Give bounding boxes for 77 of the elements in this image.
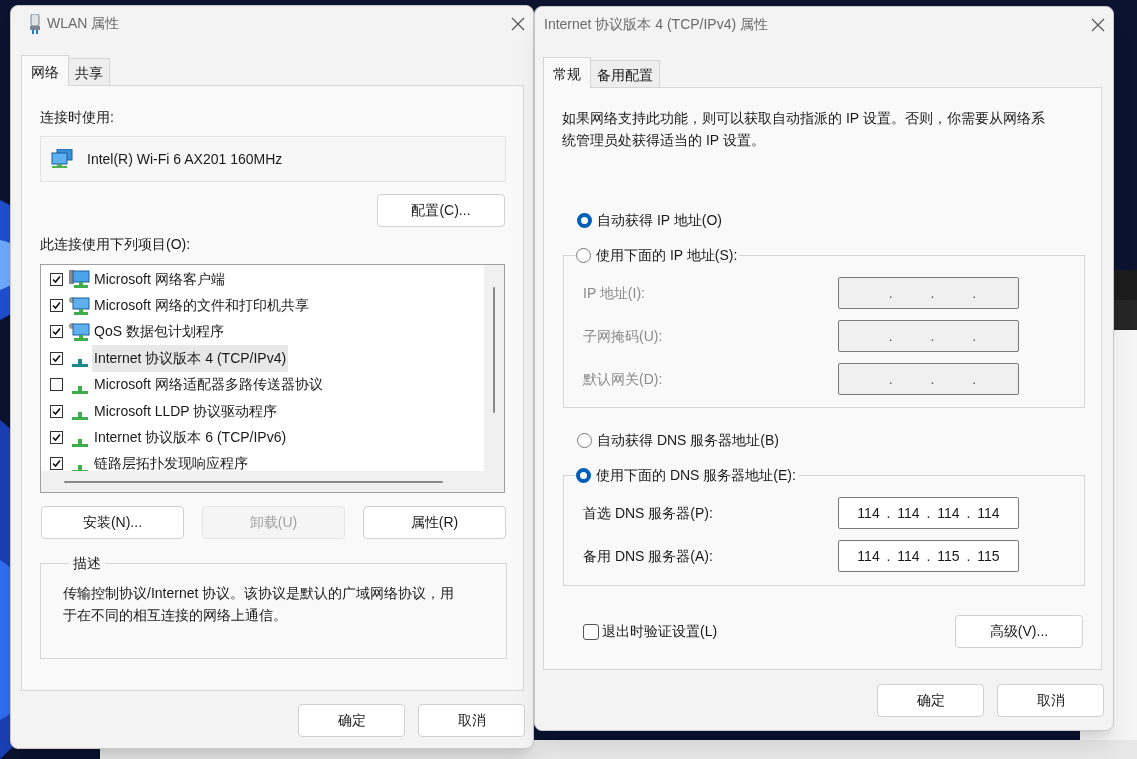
scrollbar-thumb[interactable] (493, 287, 495, 413)
check-icon (52, 353, 61, 363)
tab[interactable]: 共享 (69, 58, 110, 85)
network-protocol-icon (72, 359, 88, 368)
check-icon (52, 301, 61, 311)
window-title: Internet 协议版本 4 (TCP/IPv4) 属性 (544, 15, 770, 34)
button[interactable]: 安装(N)... (41, 506, 184, 539)
computer-icon (69, 269, 91, 290)
list-item[interactable]: Microsoft LLDP 协议驱动程序 (92, 397, 280, 425)
radio-button[interactable] (576, 248, 591, 263)
close-icon[interactable] (511, 16, 525, 31)
network-protocol-icon (72, 438, 88, 447)
radio-label[interactable]: 使用下面的 DNS 服务器地址(E): (596, 465, 796, 486)
ip-address-field[interactable]: . . . (838, 320, 1019, 352)
tab[interactable]: 网络 (21, 55, 69, 86)
tab[interactable]: 常规 (543, 57, 591, 88)
check-icon (52, 274, 61, 284)
checkbox[interactable] (583, 623, 599, 640)
checkbox[interactable] (50, 378, 63, 392)
network-protocol-icon (72, 412, 88, 421)
computer-icon (69, 295, 91, 316)
list-item[interactable]: QoS 数据包计划程序 (92, 318, 226, 346)
list-item[interactable]: Microsoft 网络的文件和打印机共享 (92, 292, 311, 320)
label: 此连接使用下列项目(O): (40, 235, 192, 254)
button[interactable]: 确定 (877, 684, 984, 717)
button[interactable]: 取消 (418, 704, 525, 737)
group-label: 描述 (72, 554, 102, 573)
checkbox[interactable] (50, 325, 63, 339)
ip-address-field[interactable]: 114 . 114 . 114 . 114 (838, 497, 1019, 529)
network-icon (51, 149, 73, 169)
list-item[interactable]: Internet 协议版本 4 (TCP/IPv4) (92, 344, 289, 372)
list-item[interactable]: Microsoft 网络客户端 (92, 265, 227, 293)
label: 连接时使用: (40, 108, 115, 127)
radio-button[interactable] (577, 433, 592, 448)
list-item[interactable]: Microsoft 网络适配器多路传送器协议 (92, 371, 325, 399)
field-label: 备用 DNS 服务器(A): (583, 546, 714, 566)
close-icon[interactable] (1091, 17, 1105, 32)
field-label: 首选 DNS 服务器(P): (583, 503, 714, 523)
check-icon (52, 459, 61, 469)
ip-address-field[interactable]: 114 . 114 . 115 . 115 (838, 540, 1019, 572)
tab[interactable]: 备用配置 (591, 60, 660, 87)
button[interactable]: 配置(C)... (377, 194, 505, 227)
ip-address-field[interactable]: . . . (838, 363, 1019, 395)
radio-button[interactable] (577, 213, 592, 228)
network-protocol-icon (72, 464, 88, 471)
computer-icon (69, 321, 91, 342)
check-icon (52, 327, 61, 337)
description-text: 传输控制协议/Internet 协议。该协议是默认的广域网络协议，用于在不同的相互连接的网络上通信。 (63, 584, 456, 625)
adapter-name: Intel(R) Wi-Fi 6 AX201 160MHz (87, 149, 283, 169)
checkbox[interactable] (50, 351, 63, 365)
radio-button[interactable] (576, 468, 591, 483)
check-icon (52, 406, 61, 416)
list-item[interactable]: Internet 协议版本 6 (TCP/IPv6) (92, 424, 289, 452)
radio-label[interactable]: 自动获得 IP 地址(O) (597, 210, 722, 231)
intro-text: 如果网络支持此功能，则可以获取自动指派的 IP 设置。否则，你需要从网络系统管理员处获得适当的 IP 设置。 (562, 109, 1046, 150)
field-label: 默认网关(D): (583, 369, 664, 389)
button[interactable]: 属性(R) (363, 506, 506, 539)
list-item[interactable]: 链路层拓扑发现响应程序 (92, 450, 250, 471)
checkbox[interactable] (50, 457, 63, 471)
ip-address-field[interactable]: . . . (838, 277, 1019, 309)
checkbox[interactable] (50, 404, 63, 418)
check-icon (52, 433, 61, 443)
checkbox[interactable] (50, 299, 63, 313)
radio-label[interactable]: 自动获得 DNS 服务器地址(B) (597, 430, 779, 451)
button[interactable]: 确定 (298, 704, 405, 737)
checkbox-label[interactable]: 退出时验证设置(L) (602, 621, 718, 642)
window-title: WLAN 属性 (47, 14, 121, 33)
network-adapter-icon (29, 13, 41, 34)
field-label: 子网掩码(U): (583, 326, 664, 346)
button[interactable]: 取消 (997, 684, 1104, 717)
checkbox[interactable] (50, 431, 63, 445)
scrollbar-thumb[interactable] (64, 481, 443, 483)
field-label: IP 地址(I): (583, 283, 646, 303)
network-protocol-icon (72, 385, 88, 394)
radio-label[interactable]: 使用下面的 IP 地址(S): (596, 245, 738, 266)
button[interactable]: 高级(V)... (955, 615, 1083, 648)
checkbox[interactable] (50, 272, 63, 286)
